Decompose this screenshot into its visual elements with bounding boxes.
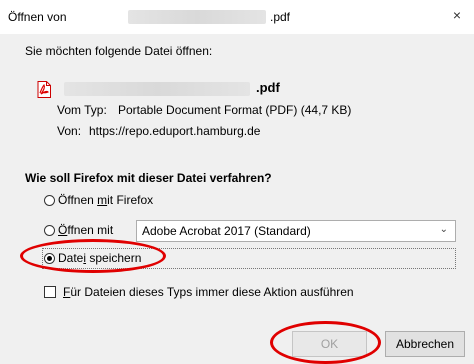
intro-text: Sie möchten folgende Datei öffnen: (25, 44, 213, 58)
save-file-radio[interactable] (44, 253, 55, 264)
file-type-value: Portable Document Format (PDF) (44,7 KB) (118, 103, 352, 117)
application-select[interactable]: Adobe Acrobat 2017 (Standard) ⌄ (136, 220, 456, 242)
cancel-button[interactable]: Abbrechen (385, 331, 465, 357)
file-extension: .pdf (256, 80, 280, 95)
remember-action-checkbox[interactable] (44, 286, 56, 298)
open-with-radio[interactable] (44, 225, 55, 236)
redacted-file-name (64, 82, 250, 96)
file-source-value: https://repo.eduport.hamburg.de (89, 124, 261, 138)
open-with-label[interactable]: Öffnen mit (58, 223, 113, 237)
action-question: Wie soll Firefox mit dieser Datei verfah… (25, 171, 272, 185)
close-icon[interactable]: × (450, 8, 464, 22)
file-type-label: Vom Typ: (57, 103, 107, 117)
open-firefox-label[interactable]: Öffnen mit Firefox (58, 193, 153, 207)
title-bar: Öffnen von .pdf × (0, 0, 474, 34)
redacted-filename (128, 10, 266, 24)
dialog-title: Öffnen von (8, 10, 67, 24)
chevron-down-icon: ⌄ (439, 224, 448, 235)
ok-button[interactable]: OK (292, 331, 367, 357)
dialog-title-extension: .pdf (270, 10, 291, 24)
remember-action-label[interactable]: Für Dateien dieses Typs immer diese Akti… (63, 285, 354, 299)
save-file-label[interactable]: Datei speichern (58, 251, 141, 265)
file-source-label: Von: (57, 124, 82, 138)
application-select-value: Adobe Acrobat 2017 (Standard) (142, 224, 311, 238)
pdf-file-icon (37, 81, 51, 98)
open-firefox-radio[interactable] (44, 195, 55, 206)
